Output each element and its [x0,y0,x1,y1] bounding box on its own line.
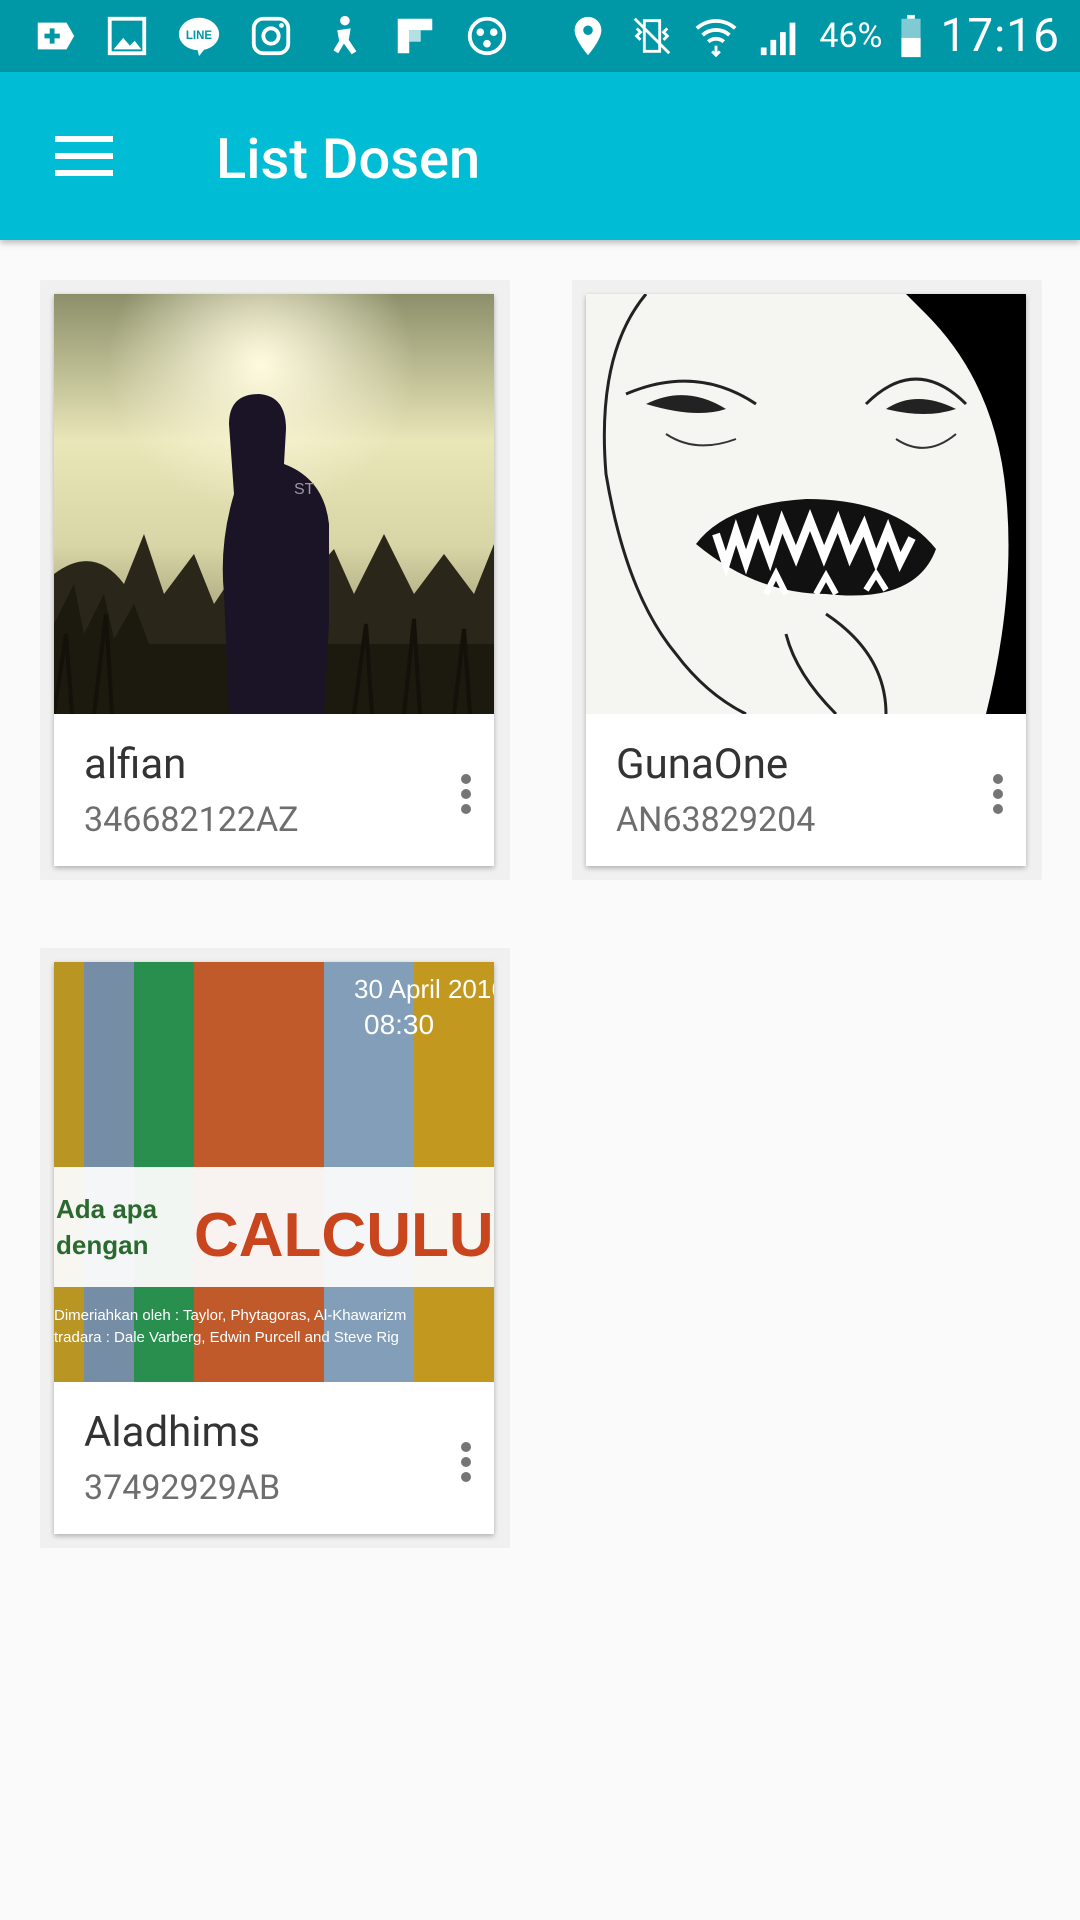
poster-credit-2: tradara : Dale Varberg, Edwin Purcell an… [54,1329,399,1346]
app-bar: List Dosen [0,72,1080,240]
gallery-icon [102,11,152,61]
poster-title: CALCULU [194,1201,494,1270]
dosen-card-wrapper: 30 April 2016 08:30 Ada apa dengan CALCU… [40,948,510,1548]
svg-text:LINE: LINE [186,30,213,42]
chat-icon [462,11,512,61]
signal-icon [755,11,805,61]
vibrate-icon [627,11,677,61]
poster-line1: Ada apa [56,1194,158,1224]
dosen-name: alfian [84,740,187,789]
dosen-photo: 30 April 2016 08:30 Ada apa dengan CALCU… [54,962,494,1382]
more-options-button[interactable] [446,764,486,824]
svg-text:ST: ST [294,481,315,498]
hamburger-menu-icon [55,136,113,176]
battery-percent: 46% [819,16,883,56]
flipboard-icon [390,11,440,61]
wifi-icon [691,11,741,61]
dosen-name: Aladhims [84,1408,260,1457]
poster-line2: dengan [56,1230,148,1260]
location-icon [563,11,613,61]
more-options-button[interactable] [978,764,1018,824]
dosen-card[interactable]: GunaOne AN63829204 [586,294,1026,866]
dosen-nip: 37492929AB [84,1468,281,1508]
dosen-nip: AN63829204 [616,800,816,840]
clock: 17:16 [940,9,1060,63]
more-options-button[interactable] [446,1432,486,1492]
more-vert-icon [461,1442,471,1482]
poster-date: 30 April 2016 [354,974,494,1004]
dosen-nip: 346682122AZ [84,800,299,840]
add-icon [30,11,80,61]
dosen-photo: ST [54,294,494,714]
status-bar: LINE 46% 17:16 [0,0,1080,72]
accessibility-icon [318,11,368,61]
line-icon: LINE [174,11,224,61]
poster-time: 08:30 [364,1009,434,1040]
dosen-photo [586,294,1026,714]
more-vert-icon [993,774,1003,814]
dosen-card-wrapper: GunaOne AN63829204 [572,280,1042,880]
instagram-icon [246,11,296,61]
dosen-card[interactable]: ST alfian 346682122AZ [54,294,494,866]
dosen-card-wrapper: ST alfian 346682122AZ [40,280,510,880]
more-vert-icon [461,774,471,814]
menu-button[interactable] [40,122,128,190]
dosen-card[interactable]: 30 April 2016 08:30 Ada apa dengan CALCU… [54,962,494,1534]
battery-icon [896,11,926,61]
page-title: List Dosen [216,126,481,192]
poster-credit-1: Dimeriahkan oleh : Taylor, Phytagoras, A… [54,1307,406,1324]
dosen-name: GunaOne [616,740,789,789]
